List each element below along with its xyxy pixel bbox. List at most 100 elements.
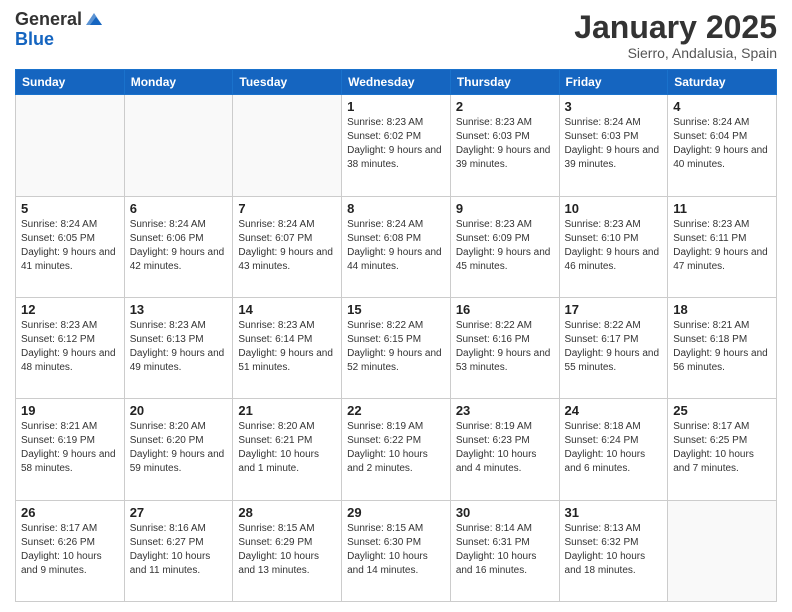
week-row-3: 12 Sunrise: 8:23 AM Sunset: 6:12 PM Dayli… (16, 297, 777, 398)
day-cell: 23 Sunrise: 8:19 AM Sunset: 6:23 PM Dayli… (450, 399, 559, 500)
day-info: Sunrise: 8:24 AM Sunset: 6:05 PM Dayligh… (21, 218, 119, 274)
title-block: January 2025 Sierro, Andalusia, Spain (574, 10, 777, 61)
day-info: Sunrise: 8:23 AM Sunset: 6:14 PM Dayligh… (238, 319, 336, 375)
day-info: Sunrise: 8:16 AM Sunset: 6:27 PM Dayligh… (130, 522, 228, 578)
day-info: Sunrise: 8:15 AM Sunset: 6:29 PM Dayligh… (238, 522, 336, 578)
day-cell: 6Sunrise: 8:24 AM Sunset: 6:06 PM Daylig… (124, 196, 233, 297)
day-number: 8 (347, 201, 445, 216)
day-number: 3 (565, 99, 663, 114)
day-info: Sunrise: 8:17 AM Sunset: 6:25 PM Dayligh… (673, 420, 771, 476)
logo: General Blue (15, 10, 104, 50)
day-number: 22 (347, 403, 445, 418)
day-number: 14 (238, 302, 336, 317)
day-info: Sunrise: 8:17 AM Sunset: 6:26 PM Dayligh… (21, 522, 119, 578)
day-info: Sunrise: 8:20 AM Sunset: 6:21 PM Dayligh… (238, 420, 336, 476)
day-cell: 8 Sunrise: 8:24 AM Sunset: 6:08 PM Daylig… (342, 196, 451, 297)
day-cell: 17 Sunrise: 8:22 AM Sunset: 6:17 PM Dayli… (559, 297, 668, 398)
day-info: Sunrise: 8:15 AM Sunset: 6:30 PM Dayligh… (347, 522, 445, 578)
day-cell: 5 Sunrise: 8:24 AM Sunset: 6:05 PM Daylig… (16, 196, 125, 297)
day-cell: 13 Sunrise: 8:23 AM Sunset: 6:13 PM Dayli… (124, 297, 233, 398)
day-cell (124, 95, 233, 196)
day-info: Sunrise: 8:22 AM Sunset: 6:15 PM Dayligh… (347, 319, 445, 375)
day-info: Sunrise: 8:19 AM Sunset: 6:23 PM Dayligh… (456, 420, 554, 476)
day-number: 18 (673, 302, 771, 317)
day-number: 10 (565, 201, 663, 216)
day-number: 2 (456, 99, 554, 114)
location: Sierro, Andalusia, Spain (574, 45, 777, 61)
day-number: 30 (456, 505, 554, 520)
day-info: Sunrise: 8:13 AM Sunset: 6:32 PM Dayligh… (565, 522, 663, 578)
week-row-5: 26 Sunrise: 8:17 AM Sunset: 6:26 PM Dayli… (16, 500, 777, 601)
day-number: 15 (347, 302, 445, 317)
day-cell: 22 Sunrise: 8:19 AM Sunset: 6:22 PM Dayli… (342, 399, 451, 500)
day-cell: 28Sunrise: 8:15 AM Sunset: 6:29 PM Dayli… (233, 500, 342, 601)
day-number: 26 (21, 505, 119, 520)
day-info: Sunrise: 8:20 AM Sunset: 6:20 PM Dayligh… (130, 420, 228, 476)
day-cell: 10 Sunrise: 8:23 AM Sunset: 6:10 PM Dayli… (559, 196, 668, 297)
day-cell: 1 Sunrise: 8:23 AM Sunset: 6:02 PM Daylig… (342, 95, 451, 196)
day-info: Sunrise: 8:24 AM Sunset: 6:07 PM Dayligh… (238, 218, 336, 274)
day-cell (16, 95, 125, 196)
day-cell: 31 Sunrise: 8:13 AM Sunset: 6:32 PM Dayli… (559, 500, 668, 601)
day-number: 5 (21, 201, 119, 216)
day-info: Sunrise: 8:23 AM Sunset: 6:09 PM Dayligh… (456, 218, 554, 274)
week-row-2: 5 Sunrise: 8:24 AM Sunset: 6:05 PM Daylig… (16, 196, 777, 297)
day-header-monday: Monday (124, 70, 233, 95)
day-header-friday: Friday (559, 70, 668, 95)
day-number: 11 (673, 201, 771, 216)
month-title: January 2025 (574, 10, 777, 45)
day-cell: 11 Sunrise: 8:23 AM Sunset: 6:11 PM Dayli… (668, 196, 777, 297)
day-cell: 9 Sunrise: 8:23 AM Sunset: 6:09 PM Daylig… (450, 196, 559, 297)
day-info: Sunrise: 8:23 AM Sunset: 6:03 PM Dayligh… (456, 116, 554, 172)
day-cell: 19 Sunrise: 8:21 AM Sunset: 6:19 PM Dayli… (16, 399, 125, 500)
day-cell: 25 Sunrise: 8:17 AM Sunset: 6:25 PM Dayli… (668, 399, 777, 500)
logo-icon (84, 9, 104, 29)
day-info: Sunrise: 8:23 AM Sunset: 6:11 PM Dayligh… (673, 218, 771, 274)
day-number: 9 (456, 201, 554, 216)
day-cell: 26 Sunrise: 8:17 AM Sunset: 6:26 PM Dayli… (16, 500, 125, 601)
day-header-thursday: Thursday (450, 70, 559, 95)
day-number: 31 (565, 505, 663, 520)
day-cell: 3 Sunrise: 8:24 AM Sunset: 6:03 PM Daylig… (559, 95, 668, 196)
day-header-sunday: Sunday (16, 70, 125, 95)
day-cell: 18Sunrise: 8:21 AM Sunset: 6:18 PM Dayli… (668, 297, 777, 398)
day-cell: 4 Sunrise: 8:24 AM Sunset: 6:04 PM Daylig… (668, 95, 777, 196)
day-info: Sunrise: 8:23 AM Sunset: 6:12 PM Dayligh… (21, 319, 119, 375)
day-info: Sunrise: 8:24 AM Sunset: 6:03 PM Dayligh… (565, 116, 663, 172)
day-info: Sunrise: 8:22 AM Sunset: 6:16 PM Dayligh… (456, 319, 554, 375)
day-info: Sunrise: 8:23 AM Sunset: 6:10 PM Dayligh… (565, 218, 663, 274)
day-cell: 29 Sunrise: 8:15 AM Sunset: 6:30 PM Dayli… (342, 500, 451, 601)
day-header-saturday: Saturday (668, 70, 777, 95)
day-number: 17 (565, 302, 663, 317)
day-number: 19 (21, 403, 119, 418)
day-cell: 24 Sunrise: 8:18 AM Sunset: 6:24 PM Dayli… (559, 399, 668, 500)
day-info: Sunrise: 8:18 AM Sunset: 6:24 PM Dayligh… (565, 420, 663, 476)
day-headers: SundayMondayTuesdayWednesdayThursdayFrid… (16, 70, 777, 95)
day-number: 20 (130, 403, 228, 418)
day-number: 13 (130, 302, 228, 317)
day-number: 25 (673, 403, 771, 418)
day-number: 24 (565, 403, 663, 418)
day-info: Sunrise: 8:23 AM Sunset: 6:13 PM Dayligh… (130, 319, 228, 375)
day-cell: 20 Sunrise: 8:20 AM Sunset: 6:20 PM Dayli… (124, 399, 233, 500)
day-number: 4 (673, 99, 771, 114)
day-info: Sunrise: 8:24 AM Sunset: 6:04 PM Dayligh… (673, 116, 771, 172)
day-number: 12 (21, 302, 119, 317)
day-info: Sunrise: 8:23 AM Sunset: 6:02 PM Dayligh… (347, 116, 445, 172)
day-cell (233, 95, 342, 196)
day-cell: 30 Sunrise: 8:14 AM Sunset: 6:31 PM Dayli… (450, 500, 559, 601)
day-number: 29 (347, 505, 445, 520)
day-info: Sunrise: 8:22 AM Sunset: 6:17 PM Dayligh… (565, 319, 663, 375)
day-info: Sunrise: 8:19 AM Sunset: 6:22 PM Dayligh… (347, 420, 445, 476)
day-info: Sunrise: 8:24 AM Sunset: 6:08 PM Dayligh… (347, 218, 445, 274)
day-cell: 12 Sunrise: 8:23 AM Sunset: 6:12 PM Dayli… (16, 297, 125, 398)
day-info: Sunrise: 8:21 AM Sunset: 6:19 PM Dayligh… (21, 420, 119, 476)
logo-general: General (15, 10, 82, 30)
day-number: 7 (238, 201, 336, 216)
day-number: 27 (130, 505, 228, 520)
day-number: 21 (238, 403, 336, 418)
day-number: 1 (347, 99, 445, 114)
day-info: Sunrise: 8:14 AM Sunset: 6:31 PM Dayligh… (456, 522, 554, 578)
day-cell: 16Sunrise: 8:22 AM Sunset: 6:16 PM Dayli… (450, 297, 559, 398)
day-number: 23 (456, 403, 554, 418)
